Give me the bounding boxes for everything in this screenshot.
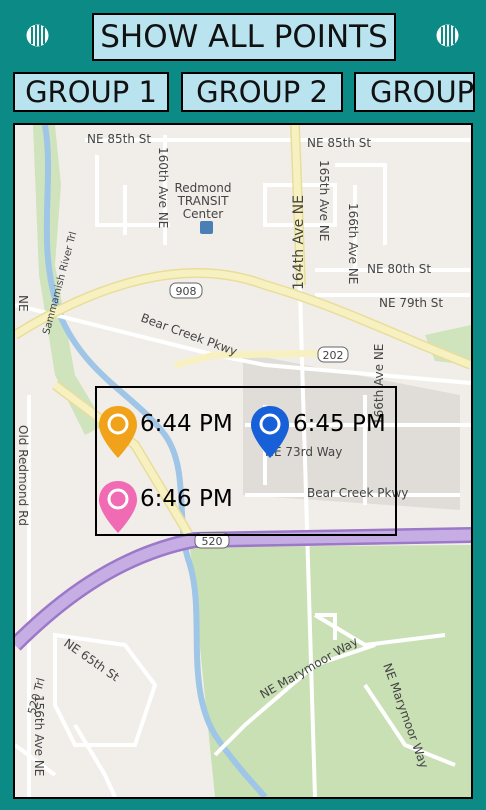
street-label: 156th Ave NE <box>32 695 46 776</box>
street-label: NE 85th St <box>87 132 151 146</box>
street-label: 160th Ave NE <box>156 147 170 228</box>
map-pin-icon[interactable] <box>97 479 139 535</box>
map-pin-icon[interactable] <box>249 404 291 460</box>
route-shield-908: 908 <box>176 285 197 298</box>
street-label: 165th Ave NE <box>317 160 331 241</box>
street-label: 166th Ave NE <box>346 203 360 284</box>
transit-icon <box>200 221 213 234</box>
menu-stripes-icon[interactable] <box>26 24 49 47</box>
street-label: 164th Ave NE <box>291 195 307 290</box>
menu-stripes-icon[interactable] <box>436 24 459 47</box>
street-label: NE 85th St <box>307 136 371 150</box>
street-label: NE <box>16 295 30 312</box>
map-view[interactable]: 908 202 520 NE 85th St NE 85th St 160th … <box>13 123 473 799</box>
point-time-label: 6:46 PM <box>140 486 233 512</box>
group-3-button[interactable]: GROUP <box>354 72 475 112</box>
group-2-button[interactable]: GROUP 2 <box>181 72 343 112</box>
route-shield-202: 202 <box>323 349 344 362</box>
street-label: NE 80th St <box>367 262 431 276</box>
transit-label: TRANSIT <box>177 194 230 208</box>
street-label: Old Redmond Rd <box>16 425 30 526</box>
street-label: Bear Creek Pkwy <box>139 311 239 359</box>
point-time-label: 6:44 PM <box>140 411 233 437</box>
show-all-points-button[interactable]: SHOW ALL POINTS <box>92 13 396 61</box>
point-time-label: 6:45 PM <box>293 411 386 437</box>
group-1-button[interactable]: GROUP 1 <box>13 72 169 112</box>
points-bounding-box <box>95 386 397 536</box>
transit-label: Center <box>183 207 223 221</box>
street-label: NE 79th St <box>379 296 443 310</box>
route-shield-520: 520 <box>202 535 223 548</box>
map-pin-icon[interactable] <box>97 404 139 460</box>
transit-label: Redmond <box>174 181 231 195</box>
